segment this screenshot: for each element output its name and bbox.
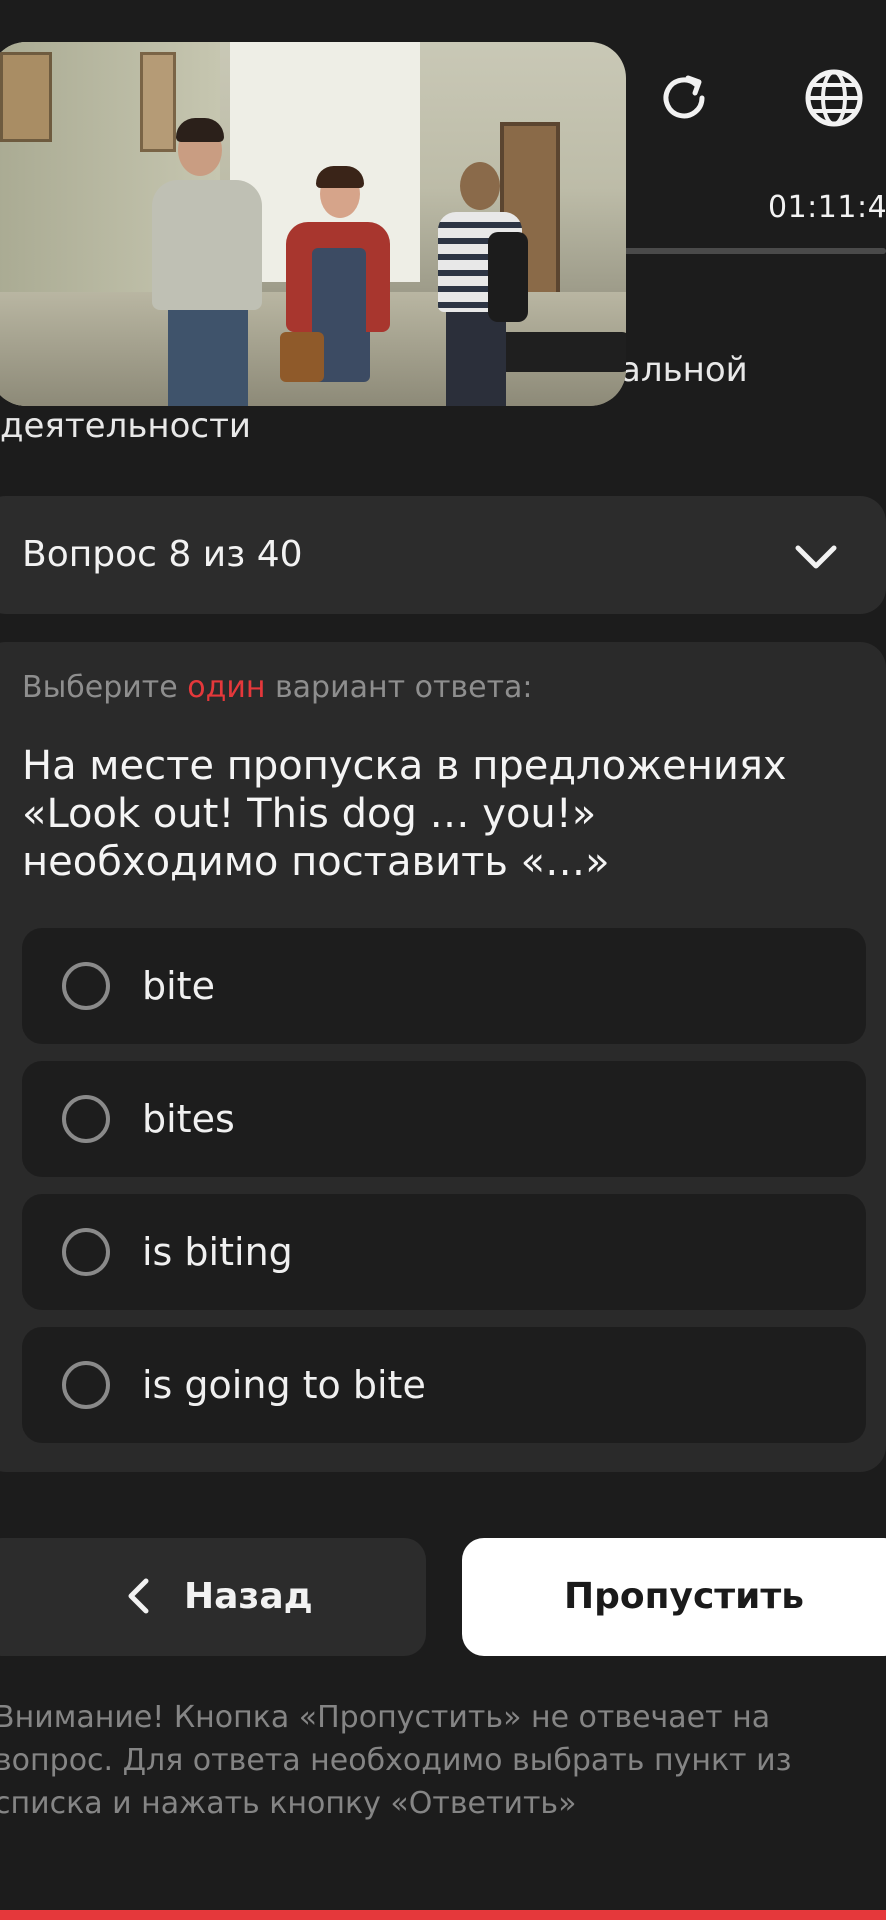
question-card: Выберите один вариант ответа: На месте п… <box>0 642 886 1472</box>
refresh-button[interactable] <box>648 62 720 134</box>
progress-bar <box>620 248 886 254</box>
progress-fill <box>620 248 886 254</box>
question-selector[interactable]: Вопрос 8 из 40 <box>0 496 886 614</box>
hint-text-end: вариант ответа: <box>265 670 533 705</box>
skip-notice: Внимание! Кнопка «Пропустить» не отвечае… <box>0 1700 792 1821</box>
radio-icon[interactable] <box>62 1361 110 1409</box>
answer-options: bite bites is biting is going to bite <box>22 928 866 1460</box>
radio-icon[interactable] <box>62 962 110 1010</box>
video-thumbnail[interactable] <box>0 42 626 406</box>
hint-accent: один <box>187 670 266 705</box>
chevron-left-icon <box>128 1578 149 1614</box>
radio-icon[interactable] <box>62 1095 110 1143</box>
course-title-line-1: альной <box>620 350 748 390</box>
header: альной деятельности 01:11:46 <box>0 0 886 500</box>
answer-hint: Выберите один вариант ответа: <box>22 670 533 705</box>
back-button-label: Назад <box>184 1576 313 1617</box>
timer: 01:11:46 <box>768 190 886 225</box>
question-text: На месте пропуска в предложениях «Look o… <box>22 743 787 885</box>
refresh-icon <box>663 75 705 119</box>
answer-option-label: bite <box>142 964 215 1008</box>
hint-text: Выберите <box>22 670 188 705</box>
chevron-down-icon <box>795 545 837 569</box>
answer-option-label: bites <box>142 1097 235 1141</box>
answer-option-label: is going to bite <box>142 1363 426 1407</box>
skip-button[interactable]: Пропустить <box>462 1538 886 1656</box>
globe-icon <box>805 69 863 127</box>
answer-option-label: is biting <box>142 1230 293 1274</box>
radio-icon[interactable] <box>62 1228 110 1276</box>
skip-button-label: Пропустить <box>564 1576 805 1617</box>
question-selector-label: Вопрос 8 из 40 <box>22 534 303 575</box>
answer-option[interactable]: is going to bite <box>22 1327 866 1443</box>
course-title-line-2: деятельности <box>0 406 251 446</box>
answer-option[interactable]: bites <box>22 1061 866 1177</box>
answer-option[interactable]: is biting <box>22 1194 866 1310</box>
language-button[interactable] <box>798 62 870 134</box>
answer-option[interactable]: bite <box>22 928 866 1044</box>
bottom-accent-bar <box>0 1910 886 1920</box>
back-button[interactable]: Назад <box>0 1538 426 1656</box>
